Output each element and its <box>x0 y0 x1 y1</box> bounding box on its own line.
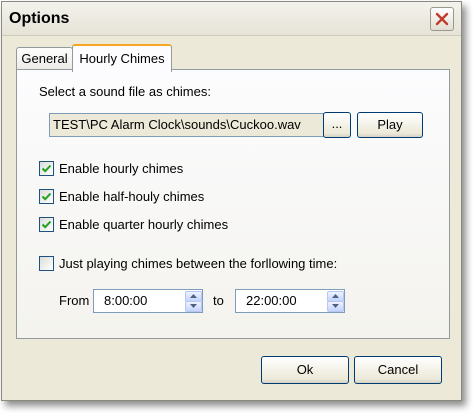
checkmark-icon <box>41 164 52 173</box>
half-hourly-chimes-checkbox[interactable] <box>39 189 54 204</box>
hourly-chimes-label[interactable]: Enable hourly chimes <box>59 161 183 176</box>
arrow-up-icon <box>190 294 197 298</box>
hourly-chimes-checkbox[interactable] <box>39 161 54 176</box>
arrow-down-icon <box>332 304 339 308</box>
tab-hourly-chimes[interactable]: Hourly Chimes <box>72 44 172 72</box>
ok-button[interactable]: Ok <box>261 356 349 384</box>
quarter-hourly-chimes-checkbox[interactable] <box>39 217 54 232</box>
checkmark-icon <box>41 220 52 229</box>
sound-file-label: Select a sound file as chimes: <box>39 84 211 99</box>
hourly-chimes-panel: Select a sound file as chimes: TEST\PC A… <box>16 69 450 339</box>
to-label: to <box>213 293 224 308</box>
close-button[interactable] <box>430 7 454 31</box>
quarter-hourly-chimes-label[interactable]: Enable quarter hourly chimes <box>59 217 228 232</box>
play-button[interactable]: Play <box>357 112 423 138</box>
to-time-value[interactable]: 22:00:00 <box>246 290 297 312</box>
from-time-spinner[interactable] <box>185 291 202 312</box>
to-time-stepper[interactable]: 22:00:00 <box>235 289 345 313</box>
to-time-down-button[interactable] <box>327 301 344 312</box>
from-label: From <box>59 293 90 308</box>
sound-path-field[interactable]: TEST\PC Alarm Clock\sounds\Cuckoo.wav <box>49 113 326 137</box>
to-time-spinner[interactable] <box>327 291 344 312</box>
time-range-checkbox[interactable] <box>39 256 54 271</box>
from-time-value[interactable]: 8:00:00 <box>104 290 147 312</box>
tab-general[interactable]: General <box>16 47 73 70</box>
half-hourly-chimes-label[interactable]: Enable half-houly chimes <box>59 189 204 204</box>
close-icon <box>435 12 449 26</box>
time-range-label[interactable]: Just playing chimes between the forllowi… <box>59 256 337 271</box>
from-time-stepper[interactable]: 8:00:00 <box>93 289 203 313</box>
window-title: Options <box>9 10 70 27</box>
cancel-button[interactable]: Cancel <box>354 356 442 384</box>
checkmark-icon <box>41 192 52 201</box>
options-dialog: Options General Hourly Chimes Select a s… <box>1 1 462 401</box>
arrow-up-icon <box>332 294 339 298</box>
browse-button[interactable]: ... <box>323 112 351 138</box>
from-time-down-button[interactable] <box>185 301 202 312</box>
arrow-down-icon <box>190 304 197 308</box>
title-bar[interactable]: Options <box>2 2 461 36</box>
